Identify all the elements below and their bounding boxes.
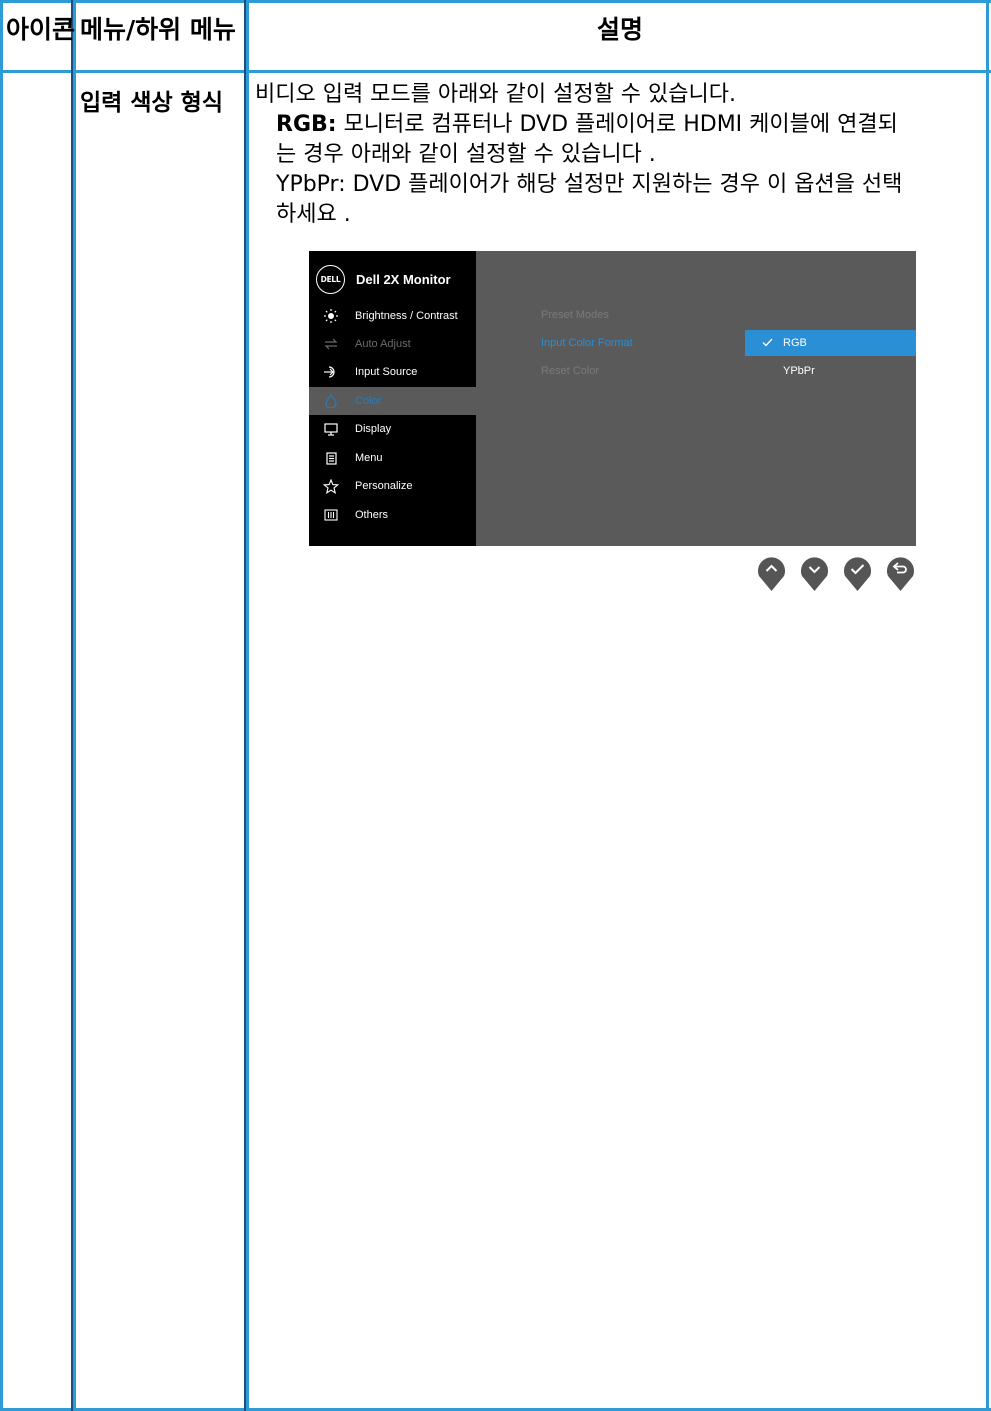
header-menu: 메뉴/하위 메뉴 [80, 15, 236, 44]
display-icon [322, 422, 340, 436]
osd-brand: DELL Dell 2X Monitor [316, 265, 451, 294]
brightness-icon [322, 309, 340, 323]
osd-item-color[interactable]: Color [309, 387, 476, 415]
osd-option-rgb[interactable]: RGB [745, 330, 916, 356]
menu-label: 입력 색상 형식 [80, 90, 223, 116]
color-icon [322, 394, 340, 408]
rgb-label: RGB: [276, 112, 337, 137]
osd-main-menu: DELL Dell 2X Monitor Brightness / Contra… [309, 251, 476, 546]
osd-option-ypbpr[interactable]: YPbPr [745, 358, 916, 384]
osd-sub-reset-color[interactable]: Reset Color [541, 365, 599, 377]
ypbpr-description: YPbPr: DVD 플레이어가 해당 설정만 지원하는 경우 이 옵션을 선택 [276, 172, 903, 197]
osd-item-auto-adjust[interactable]: Auto Adjust [309, 330, 476, 358]
others-icon [322, 509, 340, 521]
header-icon: 아이콘 [6, 15, 76, 44]
osd-item-others[interactable]: Others [309, 501, 476, 529]
header-description: 설명 [597, 15, 644, 44]
ypbpr-description-cont: 하세요 . [276, 202, 351, 227]
up-icon[interactable] [756, 554, 787, 592]
desc-line-1: 비디오 입력 모드를 아래와 같이 설정할 수 있습니다. [255, 82, 736, 107]
down-icon[interactable] [799, 554, 830, 592]
osd-item-display[interactable]: Display [309, 415, 476, 443]
rgb-description-cont: 는 경우 아래와 같이 설정할 수 있습니다 . [276, 142, 656, 167]
auto-adjust-icon [322, 338, 340, 350]
osd-item-personalize[interactable]: Personalize [309, 472, 476, 500]
input-source-icon [322, 365, 340, 379]
menu-icon [322, 451, 340, 465]
check-icon[interactable] [842, 554, 873, 592]
osd-sub-preset-modes[interactable]: Preset Modes [541, 309, 609, 321]
rgb-description: RGB: 모니터로 컴퓨터나 DVD 플레이어로 HDMI 케이블에 연결되 [276, 112, 898, 137]
osd-item-menu[interactable]: Menu [309, 444, 476, 472]
osd-title: Dell 2X Monitor [356, 272, 451, 287]
osd-item-input-source[interactable]: Input Source [309, 358, 476, 386]
back-icon[interactable] [885, 554, 916, 592]
checkmark-icon [762, 336, 778, 350]
description-text: 비디오 입력 모드를 아래와 같이 설정할 수 있습니다. RGB: 모니터로 … [255, 80, 967, 230]
star-icon [322, 478, 340, 494]
osd-sub-input-color-format[interactable]: Input Color Format [541, 337, 633, 349]
dell-logo: DELL [316, 265, 345, 294]
osd-screenshot: DELL Dell 2X Monitor Brightness / Contra… [309, 251, 916, 546]
osd-nav-buttons [756, 554, 928, 592]
osd-item-brightness[interactable]: Brightness / Contrast [309, 302, 476, 330]
